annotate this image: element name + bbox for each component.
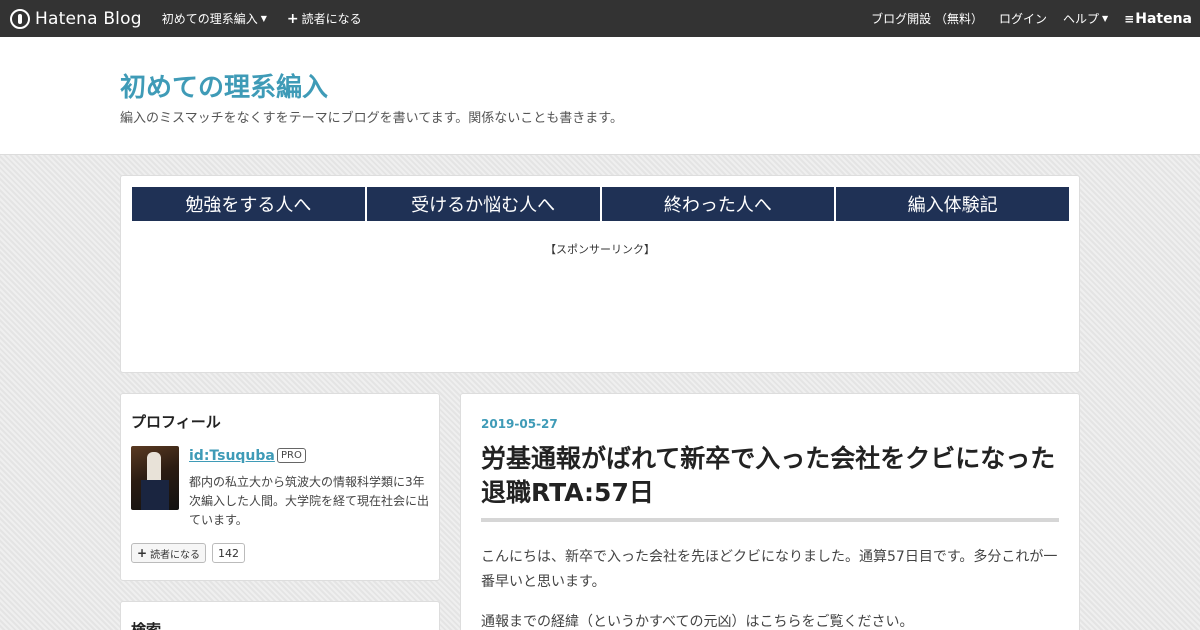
login-link[interactable]: ログイン — [999, 10, 1047, 27]
blog-menu[interactable]: 初めての理系編入 ▼ — [162, 10, 267, 27]
subscribe-label: 読者になる — [301, 12, 362, 26]
sponsor-label: 【スポンサーリンク】 — [545, 243, 655, 256]
plus-icon: + — [137, 546, 148, 560]
entry-paragraph: 通報までの経緯（というかすべての元凶）はこちらをご覧ください。 — [481, 614, 914, 630]
profile-id-link[interactable]: id:Tsuquba — [189, 448, 275, 464]
plus-icon: + — [286, 10, 299, 27]
hatena-mark-icon: ≡ — [1124, 11, 1134, 26]
hatena-logo[interactable]: ≡ Hatena — [1124, 11, 1192, 27]
global-header: Hatena Blog 初めての理系編入 ▼ + 読者になる ブログ開設 （無料… — [0, 0, 1200, 37]
profile-module: プロフィール id:Tsuquba PRO 都内の私立大から筑波大の情報科学類に… — [120, 393, 440, 581]
subscribe-button-label: 読者になる — [150, 549, 201, 561]
blog-title[interactable]: 初めての理系編入 — [120, 67, 328, 104]
help-menu[interactable]: ヘルプ ▼ — [1063, 10, 1108, 27]
entry: 2019-05-27 労基通報がばれて新卒で入った会社をクビになった 退職RTA… — [460, 393, 1080, 630]
subscribe-link[interactable]: + 読者になる — [287, 10, 362, 27]
nav-tab-study[interactable]: 勉強をする人へ — [132, 187, 365, 221]
entry-title[interactable]: 労基通報がばれて新卒で入った会社をクビになった 退職RTA:57日 — [481, 442, 1061, 510]
search-module: 検索 — [120, 601, 440, 630]
category-nav-box: 勉強をする人へ 受けるか悩む人へ 終わった人へ 編入体験記 【スポンサーリンク】 — [120, 175, 1080, 373]
blog-menu-label: 初めての理系編入 — [161, 12, 258, 26]
header-right: ブログ開設 （無料） ログイン ヘルプ ▼ ≡ Hatena — [855, 10, 1192, 27]
pro-badge: PRO — [277, 448, 306, 463]
subscribe-button[interactable]: + 読者になる — [131, 543, 207, 563]
caret-down-icon: ▼ — [260, 14, 267, 23]
avatar[interactable] — [131, 446, 179, 510]
entry-paragraph: こんにちは、新卒で入った会社を先ほどクビになりました。通算57日目です。多分これ… — [481, 549, 1058, 590]
blog-header: 初めての理系編入 編入のミスマッチをなくすをテーマにブログを書いてます。関係ない… — [0, 37, 1200, 155]
hatena-blog-icon — [10, 8, 30, 29]
nav-tab-considering[interactable]: 受けるか悩む人へ — [366, 187, 600, 221]
brand-name: Hatena Blog — [35, 8, 142, 29]
search-title: 検索 — [131, 621, 162, 630]
entry-date[interactable]: 2019-05-27 — [481, 417, 558, 431]
nav-tab-finished[interactable]: 終わった人へ — [601, 187, 835, 221]
caret-down-icon: ▼ — [1102, 14, 1109, 23]
open-blog-link[interactable]: ブログ開設 （無料） — [871, 10, 983, 27]
blog-description: 編入のミスマッチをなくすをテーマにブログを書いてます。関係ないことも書きます。 — [120, 111, 623, 126]
hatena-label: Hatena — [1135, 10, 1192, 27]
help-label: ヘルプ — [1063, 12, 1100, 26]
nav-tab-experience[interactable]: 編入体験記 — [836, 187, 1069, 221]
title-divider — [481, 518, 1059, 522]
profile-title: プロフィール — [131, 413, 221, 431]
subscriber-count[interactable]: 142 — [212, 543, 245, 563]
profile-bio: 都内の私立大から筑波大の情報科学類に3年次編入した人間。大学院を経て現在社会に出… — [189, 475, 430, 527]
hatena-blog-logo[interactable]: Hatena Blog — [10, 8, 142, 29]
category-nav: 勉強をする人へ 受けるか悩む人へ 終わった人へ 編入体験記 — [132, 187, 1069, 221]
